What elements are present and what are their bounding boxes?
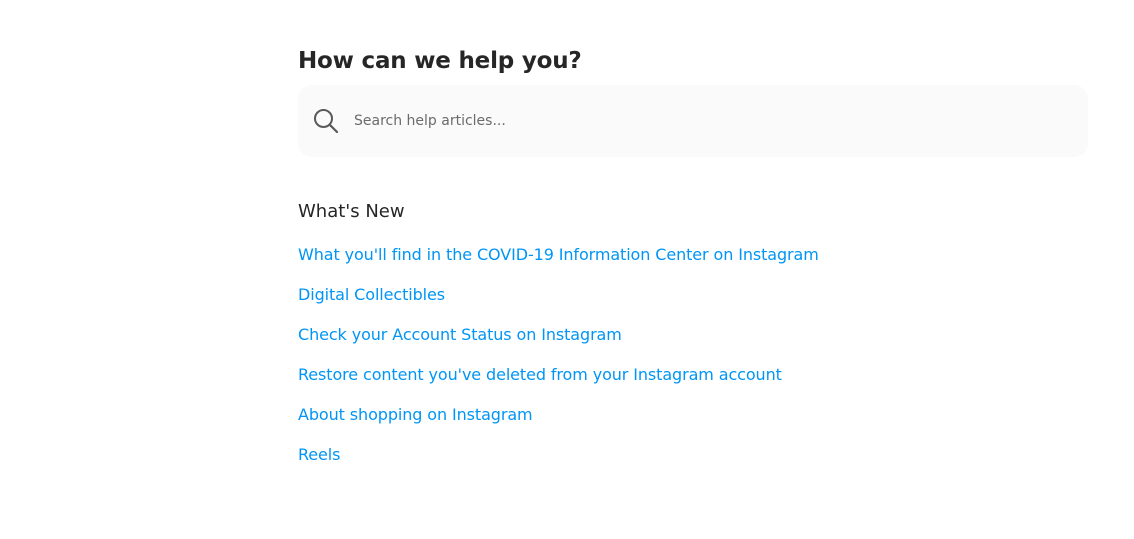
search-box[interactable]: [298, 85, 1088, 157]
article-link-covid-info-center[interactable]: What you'll find in the COVID-19 Informa…: [298, 245, 819, 264]
article-link-restore-content[interactable]: Restore content you've deleted from your…: [298, 365, 782, 384]
list-item: Reels: [298, 443, 819, 483]
list-item: About shopping on Instagram: [298, 403, 819, 443]
search-input[interactable]: [354, 109, 1054, 133]
article-link-digital-collectibles[interactable]: Digital Collectibles: [298, 285, 445, 304]
list-item: Check your Account Status on Instagram: [298, 323, 819, 363]
list-item: Restore content you've deleted from your…: [298, 363, 819, 403]
list-item: What you'll find in the COVID-19 Informa…: [298, 243, 819, 283]
article-link-account-status[interactable]: Check your Account Status on Instagram: [298, 325, 622, 344]
article-link-reels[interactable]: Reels: [298, 445, 340, 464]
list-item: Digital Collectibles: [298, 283, 819, 323]
search-icon: [313, 108, 339, 134]
article-link-shopping[interactable]: About shopping on Instagram: [298, 405, 533, 424]
whats-new-list: What you'll find in the COVID-19 Informa…: [298, 243, 819, 483]
whats-new-heading: What's New: [298, 201, 405, 222]
page-title: How can we help you?: [298, 48, 582, 74]
